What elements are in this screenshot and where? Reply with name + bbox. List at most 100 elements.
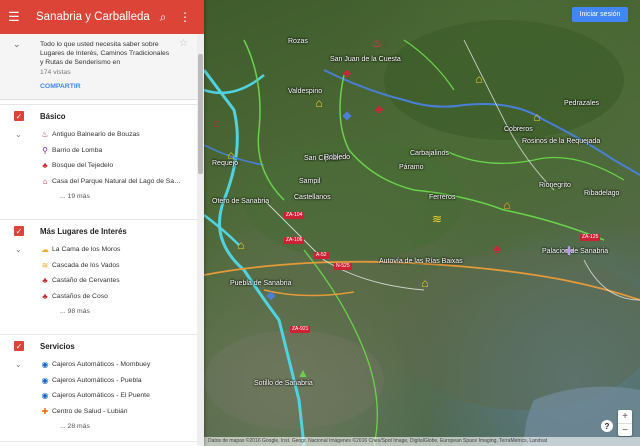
map-title: Sanabria y Carballeda	[36, 11, 150, 23]
layer-item-label: Barrio de Lomba	[52, 146, 103, 154]
zoom-control: + −	[618, 410, 632, 436]
more-count: ... 19 más	[60, 193, 90, 201]
map-marker-tree-icon[interactable]: ♣	[372, 102, 386, 116]
road-shield: N-525	[334, 263, 352, 270]
layer-more-link[interactable]: ... 28 más	[0, 419, 197, 435]
map-marker-house-icon[interactable]: ⌂	[500, 198, 514, 212]
map-place-label: Otero de Sanabria	[212, 198, 270, 205]
map-marker-house-icon[interactable]: ⌂	[312, 96, 326, 110]
layer-item[interactable]: ♣ Castaños de Coso	[0, 289, 197, 305]
map-marker-trail-icon[interactable]: ▲	[296, 366, 310, 380]
help-icon[interactable]: ?	[601, 420, 613, 432]
zoom-out-button[interactable]: −	[618, 423, 632, 436]
more-vert-icon[interactable]: ⋮	[174, 10, 196, 24]
sidebar: ☰ Sanabria y Carballeda ⌕ ⋮ ⌄ Todo lo qu…	[0, 0, 204, 446]
layer-item[interactable]: ♣ Castaño de Cervantes	[0, 273, 197, 289]
sidebar-header: ☰ Sanabria y Carballeda ⌕ ⋮	[0, 0, 204, 34]
map-place-label: Carbajalinos	[410, 150, 449, 157]
map-marker-house-icon[interactable]: ⌂	[210, 116, 224, 130]
map-place-label: Castellanos	[294, 194, 331, 201]
layer-item[interactable]: ⌂ Casa del Parque Natural del Lago de Sa…	[0, 174, 197, 190]
map-marker-health-cross-icon[interactable]: ✚	[562, 244, 576, 258]
map-marker-tree-icon[interactable]: ♣	[340, 66, 354, 80]
map-place-label: Sampil	[299, 178, 321, 185]
map-place-label: Rionegrito	[539, 182, 571, 189]
more-count: ... 28 más	[60, 423, 90, 431]
layer-item[interactable]: ♣ Bosque del Tejedelo	[0, 158, 197, 174]
zoom-in-button[interactable]: +	[618, 410, 632, 423]
search-icon[interactable]: ⌕	[152, 10, 174, 25]
map-place-label: Rozas	[288, 38, 308, 45]
tree-icon: ♣	[42, 161, 48, 171]
scrollbar-thumb[interactable]	[198, 54, 203, 174]
map-marker-house-icon[interactable]: ⌂	[234, 238, 248, 252]
layer-title: Básico	[40, 111, 66, 121]
map-place-label: Ferreros	[429, 194, 456, 201]
layer-checkbox[interactable]: ✓	[14, 111, 24, 121]
chevron-down-icon[interactable]: ⌄	[15, 360, 22, 369]
layer-item[interactable]: ✚ Centro de Salud - Lubián	[0, 404, 197, 420]
map-marker-atm-icon[interactable]: ◆	[264, 288, 278, 302]
layer-item[interactable]: ◉ Cajeros Automáticos - El Puente	[0, 388, 197, 404]
layer-item[interactable]: ◉ Cajeros Automáticos - Puebla	[0, 373, 197, 389]
map-marker-house-icon[interactable]: ⌂	[224, 148, 238, 162]
map-marker-spa-icon[interactable]: ♨	[370, 36, 384, 50]
sign-in-button[interactable]: Iniciar sesión	[572, 7, 628, 22]
layer-item-label: Castaños de Coso	[52, 292, 108, 300]
description-text: Todo lo que usted necesita saber sobre L…	[40, 41, 170, 67]
tree-icon: ♣	[42, 276, 48, 286]
view-count: 174 vistas	[40, 68, 71, 76]
atm-icon: ◉	[41, 375, 49, 385]
scrollbar[interactable]	[197, 34, 204, 446]
layer-divider	[0, 441, 197, 442]
layer-header[interactable]: ✓ Básico	[0, 105, 197, 127]
map-place-label: Pedrazales	[564, 100, 600, 107]
map-marker-atm-icon[interactable]: ◆	[340, 108, 354, 122]
road-shield: ZA-125	[580, 234, 601, 241]
atm-icon: ◉	[41, 391, 49, 401]
map-marker-tree-icon[interactable]: ♣	[490, 242, 504, 256]
layer-item[interactable]: ⌄ ☁ La Cama de los Moros	[0, 242, 197, 258]
layer-header[interactable]: ✓ Más Lugares de Interés	[0, 220, 197, 242]
layer-more-link[interactable]: ... 19 más	[0, 189, 197, 205]
layer-item-label: Cajeros Automáticos - Puebla	[52, 376, 142, 384]
map-marker-house-icon[interactable]: ⌂	[472, 72, 486, 86]
map-marker-house-icon[interactable]: ⌂	[418, 276, 432, 290]
layer-item-label: Castaño de Cervantes	[52, 277, 120, 285]
star-icon[interactable]: ☆	[179, 38, 188, 49]
layer-title: Más Lugares de Interés	[40, 226, 127, 236]
layer-header[interactable]: ✓ Servicios	[0, 335, 197, 357]
chevron-down-icon[interactable]: ⌄	[15, 130, 22, 139]
road-shield: A-52	[314, 252, 329, 259]
layer-item[interactable]: ⌄ ◉ Cajeros Automáticos - Mombuey	[0, 357, 197, 373]
house-icon: ⌂	[42, 176, 48, 186]
layer-checkbox[interactable]: ✓	[14, 341, 24, 351]
health-cross-icon: ✚	[41, 406, 49, 416]
layer-item[interactable]: ≋ Cascada de los Vados	[0, 258, 197, 274]
share-button[interactable]: COMPARTIR	[40, 83, 81, 90]
map-marker-waves-icon[interactable]: ≋	[430, 212, 444, 226]
layer-section: ✓ Más Lugares de Interés ⌄ ☁ La Cama de los …	[0, 220, 197, 320]
map-place-label: Puebla de Sanabria	[230, 280, 292, 287]
chevron-down-icon[interactable]: ⌄	[15, 245, 22, 254]
map-canvas[interactable]: Rozas San Juan de la Cuesta Valdespino S…	[204, 0, 640, 446]
map-marker-house-icon[interactable]: ⌂	[530, 110, 544, 124]
hamburger-menu-icon[interactable]: ☰	[8, 9, 28, 25]
cloud-icon: ☁	[41, 245, 49, 255]
map-place-label: San Juan de la Cuesta	[330, 56, 401, 63]
waves-icon: ≋	[41, 260, 49, 270]
layer-item[interactable]: ⌄ ♨ Antiguo Balneario de Bouzas	[0, 127, 197, 143]
more-count: ... 98 más	[60, 308, 90, 316]
layer-title: Servicios	[40, 341, 75, 351]
road-shield: ZA-104	[284, 212, 305, 219]
layer-more-link[interactable]: ... 98 más	[0, 304, 197, 320]
layer-item-label: Bosque del Tejedelo	[52, 162, 114, 170]
layer-item-label: Antiguo Balneario de Bouzas	[52, 131, 140, 139]
chevron-down-icon[interactable]: ⌄	[13, 39, 21, 50]
layer-item[interactable]: ⚲ Barrio de Lomba	[0, 143, 197, 159]
tree-icon: ♣	[42, 291, 48, 301]
layer-item-label: Cascada de los Vados	[52, 261, 120, 269]
map-place-label: Sotillo de Sanabria	[254, 380, 313, 387]
layer-checkbox[interactable]: ✓	[14, 226, 24, 236]
road-shield: ZA-921	[290, 326, 311, 333]
